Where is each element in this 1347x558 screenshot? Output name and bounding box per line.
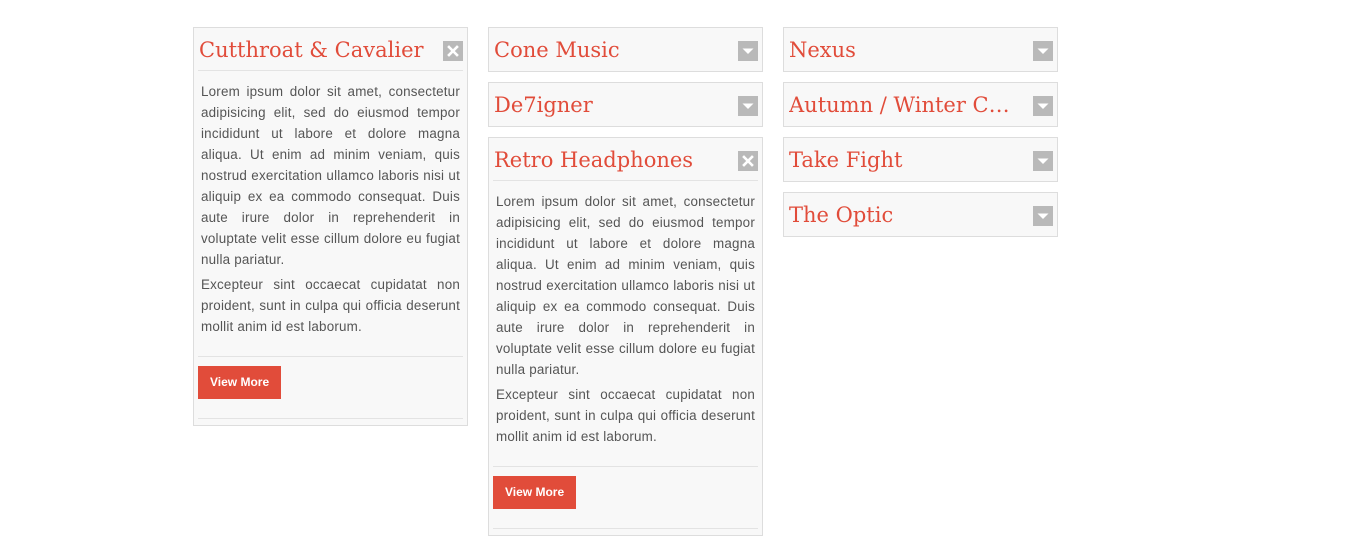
close-icon[interactable]: [443, 41, 463, 61]
column-2: Cone Music De7igner Retro Headphones Lor…: [488, 27, 763, 546]
view-more-button[interactable]: View More: [198, 366, 282, 399]
panel-paragraph: Excepteur sint occaecat cupidatat non pr…: [201, 277, 460, 334]
panel-footer: View More: [198, 356, 463, 419]
accordion-panel-the-optic: The Optic: [783, 192, 1058, 237]
panel-body: Lorem ipsum dolor sit amet, consectetur …: [489, 181, 762, 447]
panel-header[interactable]: The Optic: [784, 193, 1057, 236]
view-more-button[interactable]: View More: [493, 476, 577, 509]
chevron-down-icon[interactable]: [1033, 151, 1053, 171]
close-icon[interactable]: [738, 151, 758, 171]
accordion-panel-nexus: Nexus: [783, 27, 1058, 72]
panel-title[interactable]: Cone Music: [494, 36, 726, 64]
panel-header[interactable]: Nexus: [784, 28, 1057, 71]
accordion-panel-cutthroat-cavalier: Cutthroat & Cavalier Lorem ipsum dolor s…: [193, 27, 468, 426]
panel-header[interactable]: Retro Headphones: [493, 138, 758, 181]
panel-header[interactable]: Cone Music: [489, 28, 762, 71]
panel-title[interactable]: De7igner: [494, 91, 726, 119]
column-1: Cutthroat & Cavalier Lorem ipsum dolor s…: [193, 27, 468, 436]
panel-paragraph: Lorem ipsum dolor sit amet, consectetur …: [201, 84, 460, 267]
panel-header[interactable]: Cutthroat & Cavalier: [198, 28, 463, 71]
panel-header[interactable]: Autumn / Winter Collection: [784, 83, 1057, 126]
panel-paragraph: Excepteur sint occaecat cupidatat non pr…: [496, 387, 755, 444]
panel-title[interactable]: Nexus: [789, 36, 1021, 64]
chevron-down-icon[interactable]: [738, 41, 758, 61]
panel-title[interactable]: The Optic: [789, 201, 1021, 229]
accordion-panel-de7igner: De7igner: [488, 82, 763, 127]
accordion-panel-take-fight: Take Fight: [783, 137, 1058, 182]
panel-footer: View More: [493, 466, 758, 529]
panel-header[interactable]: Take Fight: [784, 138, 1057, 181]
panel-title[interactable]: Cutthroat & Cavalier: [199, 36, 431, 64]
accordion-panel-cone-music: Cone Music: [488, 27, 763, 72]
chevron-down-icon[interactable]: [1033, 41, 1053, 61]
panel-title[interactable]: Take Fight: [789, 146, 1021, 174]
chevron-down-icon[interactable]: [1033, 206, 1053, 226]
chevron-down-icon[interactable]: [738, 96, 758, 116]
accordion-panel-retro-headphones: Retro Headphones Lorem ipsum dolor sit a…: [488, 137, 763, 536]
panel-title[interactable]: Retro Headphones: [494, 146, 726, 174]
panel-header[interactable]: De7igner: [489, 83, 762, 126]
panel-title[interactable]: Autumn / Winter Collection: [789, 91, 1021, 119]
panel-body: Lorem ipsum dolor sit amet, consectetur …: [194, 71, 467, 337]
panel-paragraph: Lorem ipsum dolor sit amet, consectetur …: [496, 194, 755, 377]
accordion-panel-autumn-winter: Autumn / Winter Collection: [783, 82, 1058, 127]
column-3: Nexus Autumn / Winter Collection Take Fi…: [783, 27, 1058, 247]
chevron-down-icon[interactable]: [1033, 96, 1053, 116]
